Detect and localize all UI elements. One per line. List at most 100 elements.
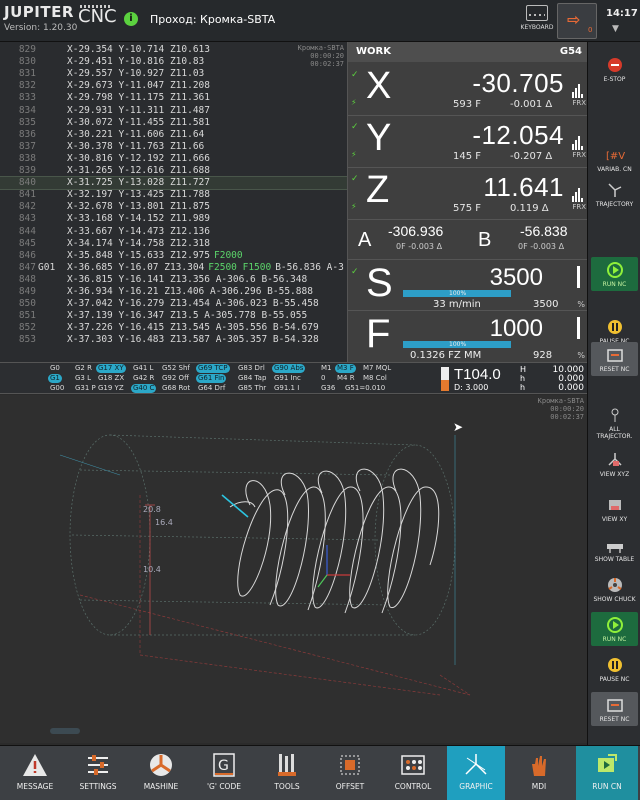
modal-code: G41 L bbox=[133, 364, 154, 372]
load-bar bbox=[581, 198, 583, 202]
code-line[interactable]: 842 X-32.678 Y-13.801 Z11.875 bbox=[0, 201, 347, 213]
run-nc-button[interactable]: RUN NC bbox=[591, 612, 638, 646]
run-nc-button[interactable]: RUN NC bbox=[591, 257, 638, 291]
tool-number: T104.0 bbox=[454, 366, 501, 383]
reset-nc-button[interactable]: RESET NC bbox=[591, 342, 638, 376]
button-label: PAUSE NC bbox=[599, 676, 630, 683]
code-line[interactable]: 853 X-37.303 Y-16.483 Z13.587 A-305.357 B… bbox=[0, 334, 347, 346]
load-bar bbox=[581, 94, 583, 98]
offset-tab[interactable]: OFFSET bbox=[321, 746, 379, 800]
graph-scrollbar[interactable] bbox=[50, 728, 80, 734]
dim-label-1: 20.8 bbox=[143, 505, 161, 514]
code-text: X-30.221 Y-11.606 Z11.64 bbox=[67, 128, 205, 140]
keyboard-button[interactable]: KEYBOARD bbox=[514, 3, 560, 39]
code-line[interactable]: 849 X-36.934 Y-16.21 Z13.406 A-306.296 B-… bbox=[0, 286, 347, 298]
load-bar bbox=[578, 136, 580, 150]
code-line[interactable]: 832 X-29.673 Y-11.047 Z11.208 bbox=[0, 80, 347, 92]
axis-z-row: ✓ ⚡ Z 11.641 575 F 0.119 Δ FRX bbox=[348, 168, 588, 220]
axis-a-value: -306.936 bbox=[388, 223, 444, 239]
code-line[interactable]: 848 X-36.815 Y-16.141 Z13.356 A-306.6 B-5… bbox=[0, 274, 347, 286]
code-text: X-37.226 Y-16.415 Z13.545 A-305.556 B-54… bbox=[67, 322, 319, 334]
g-code-tab[interactable]: G 'G' CODE bbox=[195, 746, 253, 800]
code-text: X-31.265 Y-12.616 Z11.688 bbox=[67, 165, 210, 176]
code-line[interactable]: 843 X-33.168 Y-14.152 Z11.989 bbox=[0, 213, 347, 225]
show-table-button[interactable]: SHOW TABLE bbox=[591, 532, 638, 566]
code-line[interactable]: 833 X-29.798 Y-11.175 Z11.361 bbox=[0, 92, 347, 104]
pause-nc-button[interactable]: PAUSE NC bbox=[591, 652, 638, 686]
code-line[interactable]: 846 X-35.848 Y-15.633 Z12.975 F2000 bbox=[0, 250, 347, 262]
view-xy-button[interactable]: VIEW XY bbox=[591, 492, 638, 526]
code-line[interactable]: 852 X-37.226 Y-16.415 Z13.545 A-305.556 B… bbox=[0, 322, 347, 334]
button-label: TRAJECTORY bbox=[595, 201, 634, 208]
axis-a-sub: 0F -0.003 Δ bbox=[396, 242, 443, 251]
code-line[interactable]: 839 X-31.265 Y-12.616 Z11.688 bbox=[0, 165, 347, 177]
button-label: VIEW XY bbox=[601, 516, 628, 523]
line-number: 842 bbox=[18, 201, 36, 213]
coordinate-system[interactable]: G54 bbox=[560, 46, 582, 57]
axis-a-letter: A bbox=[358, 229, 372, 251]
load-bar bbox=[581, 146, 583, 150]
code-line[interactable]: 845 X-34.174 Y-14.758 Z12.318 bbox=[0, 238, 347, 250]
code-line[interactable]: 830 X-29.451 Y-10.816 Z10.83 bbox=[0, 56, 347, 68]
code-line[interactable]: 847 G01 X-36.685 Y-16.07 Z13.304 F2500 F150… bbox=[0, 262, 347, 274]
run-cn-tab[interactable]: RUN CN bbox=[576, 746, 638, 800]
warning-icon bbox=[23, 754, 47, 776]
view-xyz-button[interactable]: VIEW XYZ bbox=[591, 447, 638, 481]
tools-tab[interactable]: TOOLS bbox=[258, 746, 316, 800]
reset-nc-button[interactable]: RESET NC bbox=[591, 692, 638, 726]
graphic-view[interactable]: Кромка-SBTA 00:00:20 00:02:37 20.8 16.4 … bbox=[0, 395, 587, 743]
settings-tab[interactable]: SETTINGS bbox=[69, 746, 127, 800]
version-label: Version: 1.20.30 bbox=[4, 23, 78, 33]
line-number: 829 bbox=[18, 44, 36, 55]
axis-unit: FRX bbox=[572, 203, 586, 211]
variab-cn-button[interactable]: [#V] VARIAB. CN bbox=[591, 142, 638, 176]
code-line[interactable]: 840 X-31.725 Y-13.028 Z11.727 bbox=[0, 176, 347, 191]
line-number: 837 bbox=[18, 140, 36, 152]
axis-delta: -0.207 Δ bbox=[510, 151, 553, 162]
tool-diameter: D: 3.000 bbox=[454, 383, 489, 392]
spindle-override-bar[interactable]: 100% bbox=[403, 290, 511, 297]
code-line[interactable]: 829 X-29.354 Y-10.714 Z10.613 bbox=[0, 44, 347, 56]
pause-icon bbox=[607, 658, 622, 672]
info-icon[interactable]: i bbox=[124, 12, 138, 26]
tab-label: SETTINGS bbox=[79, 782, 117, 791]
graphic-tab[interactable]: GRAPHIC bbox=[447, 746, 505, 800]
code-line[interactable]: 838 X-30.816 Y-12.192 Z11.666 bbox=[0, 153, 347, 165]
code-text: X-37.139 Y-16.347 Z13.5 A-305.778 B-55.0… bbox=[67, 310, 308, 322]
button-label: SHOW CHUCK bbox=[593, 596, 636, 603]
mashine-tab[interactable]: MASHINE bbox=[132, 746, 190, 800]
login-button[interactable]: ⇨ 0 bbox=[557, 3, 597, 39]
run-cn-icon bbox=[598, 754, 617, 772]
clock-dropdown-icon[interactable]: ▼ bbox=[612, 24, 619, 34]
code-line[interactable]: 851 X-37.139 Y-16.347 Z13.5 A-305.778 B-5… bbox=[0, 310, 347, 322]
toolpath-drawing: 20.8 16.4 10.4 bbox=[59, 434, 471, 696]
message-tab[interactable]: MESSAGE bbox=[6, 746, 64, 800]
trajectory-button[interactable]: TRAJECTORY bbox=[591, 177, 638, 211]
modal-code: G2 R bbox=[75, 364, 92, 372]
gcode-listing[interactable]: Кромка-SBTA 00:00:20 00:02:37 829 X-29.35… bbox=[0, 42, 347, 362]
feed-override-bar[interactable]: 100% bbox=[403, 341, 511, 348]
control-tab[interactable]: CONTROL bbox=[384, 746, 442, 800]
tab-label: RUN CN bbox=[592, 782, 622, 791]
modal-code: G1 bbox=[48, 374, 62, 383]
mdi-tab[interactable]: MDI bbox=[510, 746, 568, 800]
code-line[interactable]: 844 X-33.667 Y-14.473 Z12.136 bbox=[0, 226, 347, 238]
code-line[interactable]: 835 X-30.072 Y-11.455 Z11.581 bbox=[0, 117, 347, 129]
code-line[interactable]: 831 X-29.557 Y-10.927 Z11.03 bbox=[0, 68, 347, 80]
code-line[interactable]: 850 X-37.042 Y-16.279 Z13.454 A-306.023 B… bbox=[0, 298, 347, 310]
e-stop-button[interactable]: E-STOP bbox=[591, 52, 638, 86]
all-trajector-button[interactable]: ALL TRAJECTOR. bbox=[591, 402, 638, 443]
code-line[interactable]: 841 X-32.197 Y-13.425 Z11.788 bbox=[0, 189, 347, 201]
right-panel: E-STOP [#V] VARIAB. CN TRAJECTORY RUN NC PAUS… bbox=[587, 42, 640, 745]
code-line[interactable]: 837 X-30.378 Y-11.763 Z11.66 bbox=[0, 141, 347, 153]
axis-unit: FRX bbox=[572, 99, 586, 107]
button-label: RESET NC bbox=[599, 366, 630, 373]
line-number: 848 bbox=[18, 273, 36, 285]
modal-code: G92 Off bbox=[162, 374, 189, 382]
show-chuck-button[interactable]: SHOW CHUCK bbox=[591, 572, 638, 606]
line-number: 845 bbox=[18, 237, 36, 249]
code-line[interactable]: 834 X-29.931 Y-11.311 Z11.487 bbox=[0, 105, 347, 117]
line-number: 835 bbox=[18, 116, 36, 128]
code-line[interactable]: 836 X-30.221 Y-11.606 Z11.64 bbox=[0, 129, 347, 141]
axis-check-icon: ✓ bbox=[351, 70, 359, 80]
